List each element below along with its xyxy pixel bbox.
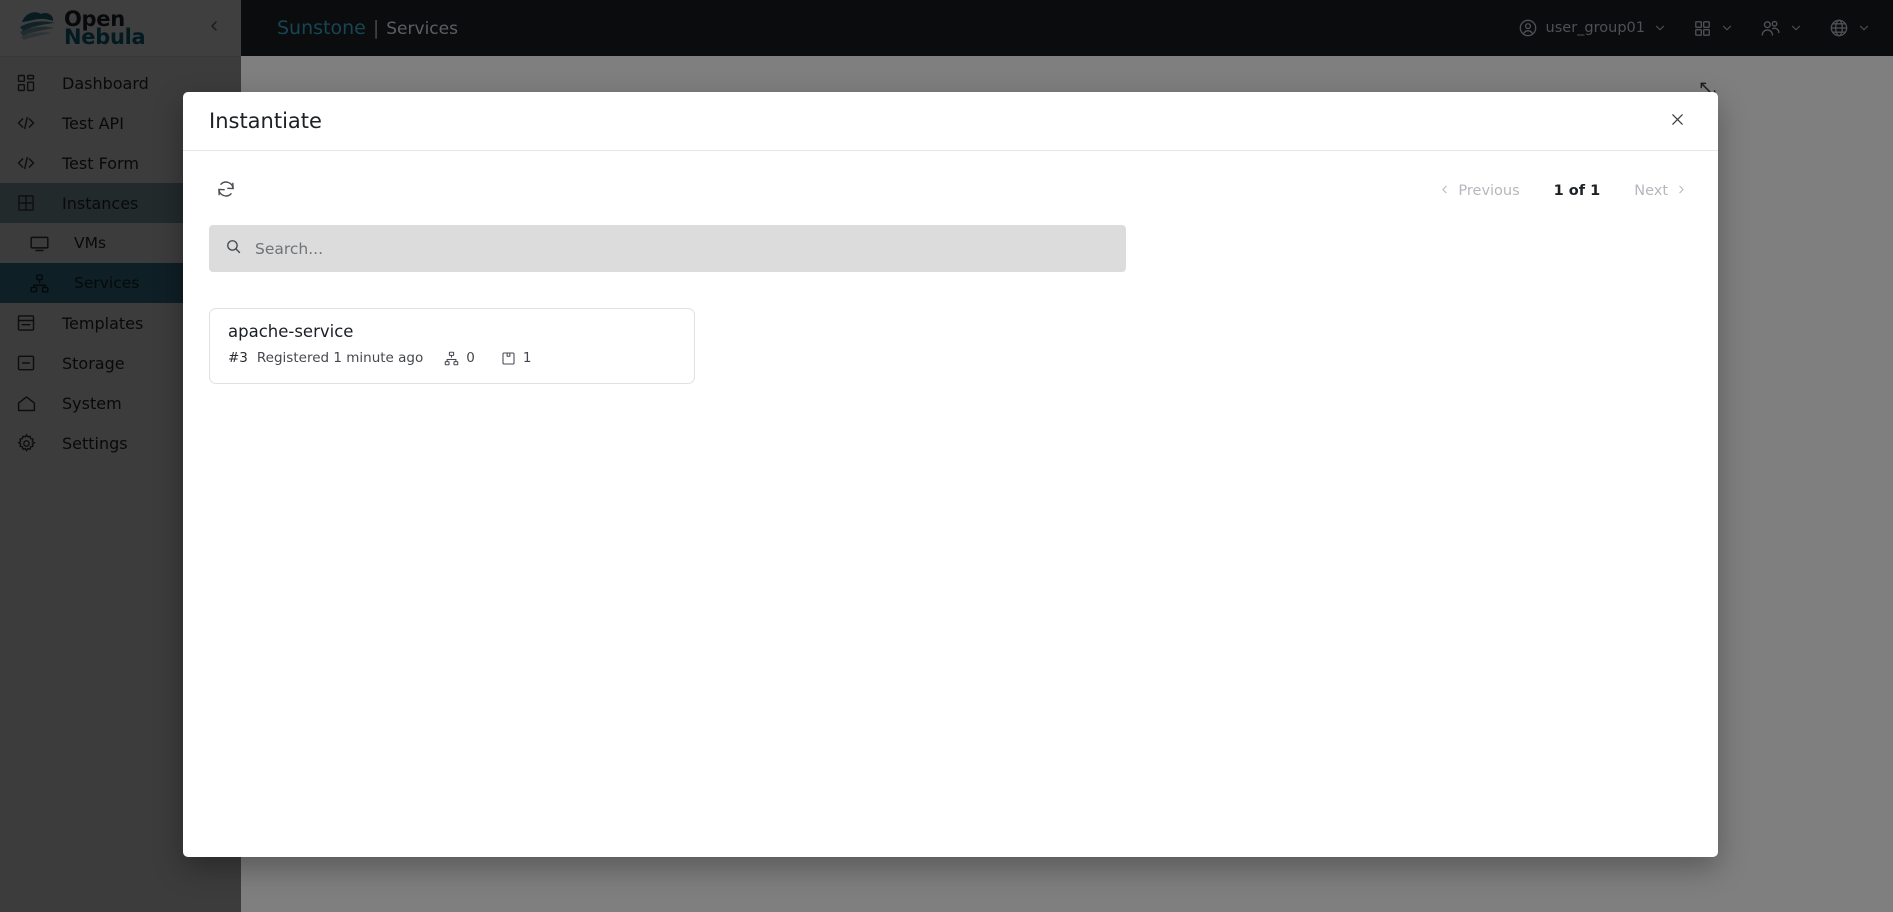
service-template-card[interactable]: apache-service #3 Registered 1 minute ag… bbox=[209, 308, 695, 384]
app-root: Open Nebula Dashboard T bbox=[0, 0, 1893, 912]
modal-title: Instantiate bbox=[209, 109, 322, 133]
card-roles-count: 0 bbox=[466, 350, 475, 366]
card-roles-stat: 0 bbox=[444, 350, 475, 366]
search-input[interactable] bbox=[255, 225, 1110, 272]
card-vms-stat: 1 bbox=[501, 350, 532, 366]
refresh-button[interactable] bbox=[209, 174, 243, 208]
card-id: #3 bbox=[228, 350, 248, 366]
service-template-list: apache-service #3 Registered 1 minute ag… bbox=[209, 308, 1692, 384]
refresh-icon bbox=[216, 179, 236, 203]
chevron-right-icon bbox=[1675, 183, 1688, 200]
close-x-icon bbox=[1670, 112, 1685, 131]
modal-toolbar: Previous 1 of 1 Next bbox=[209, 169, 1692, 213]
modal-body: Previous 1 of 1 Next Search... apache-se… bbox=[183, 151, 1718, 857]
card-registered-time: Registered 1 minute ago bbox=[256, 350, 424, 366]
previous-page-button[interactable]: Previous bbox=[1438, 183, 1520, 200]
card-vms-count: 1 bbox=[522, 350, 532, 366]
next-page-label: Next bbox=[1634, 183, 1668, 199]
search-box[interactable] bbox=[209, 225, 1126, 272]
page-indicator: 1 of 1 bbox=[1553, 183, 1601, 199]
box-package-icon bbox=[501, 351, 516, 366]
chevron-left-icon bbox=[1438, 183, 1451, 200]
network-tree-icon bbox=[444, 351, 459, 366]
pagination: Previous 1 of 1 Next bbox=[1438, 183, 1692, 200]
instantiate-modal: Instantiate Previous 1 of 1 Next Search.… bbox=[183, 92, 1718, 857]
card-meta: #3 Registered 1 minute ago 0 1 bbox=[228, 350, 676, 366]
previous-page-label: Previous bbox=[1458, 183, 1520, 199]
modal-header: Instantiate bbox=[183, 92, 1718, 151]
next-page-button[interactable]: Next bbox=[1634, 183, 1688, 200]
close-button[interactable] bbox=[1662, 106, 1692, 136]
search-icon bbox=[225, 238, 242, 259]
card-title: apache-service bbox=[228, 322, 354, 341]
